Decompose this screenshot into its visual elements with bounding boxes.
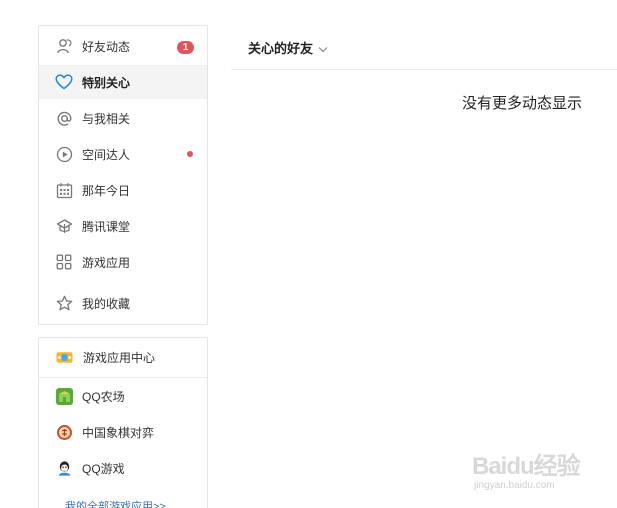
game-center-icon (56, 349, 73, 366)
sidebar-item-label: 腾讯课堂 (82, 219, 131, 234)
games-center-link[interactable]: 游戏应用中心 (39, 338, 207, 378)
sidebar-item-this-day-in-history[interactable]: 那年今日 (39, 173, 207, 207)
game-item-label: QQ游戏 (82, 461, 125, 476)
game-item-qq-games[interactable]: QQ游戏 (39, 450, 207, 486)
game-item-label: 中国象棋对弈 (82, 425, 155, 440)
game-item-chinese-chess[interactable]: 中国象棋对弈 (39, 414, 207, 450)
empty-feed-message: 没有更多动态显示 (462, 95, 583, 112)
at-icon (55, 109, 73, 127)
play-circle-icon (55, 145, 73, 163)
sidebar-item-label: 游戏应用 (82, 255, 131, 270)
sidebar-item-friend-feed[interactable]: 好友动态 1 (39, 29, 207, 63)
notification-badge: 1 (177, 41, 194, 54)
sidebar-item-label: 那年今日 (82, 183, 131, 198)
filter-title: 关心的好友 (248, 41, 314, 56)
games-center-label: 游戏应用中心 (83, 351, 156, 365)
sidebar-item-special-care[interactable]: 特别关心 (39, 65, 207, 99)
all-games-link[interactable]: 我的全部游戏应用>> (65, 498, 166, 508)
chess-icon (56, 424, 73, 441)
games-panel: 游戏应用中心 QQ农场 中国象棋对弈 QQ游戏 我的全部游戏应用>> (38, 337, 208, 508)
sidebar-item-label: 我的收藏 (82, 296, 131, 311)
sidebar-item-related-to-me[interactable]: 与我相关 (39, 101, 207, 135)
sidebar-item-games-apps[interactable]: 游戏应用 (39, 245, 207, 279)
qq-game-icon (56, 460, 73, 477)
unread-dot (187, 151, 193, 157)
calendar-icon (55, 181, 73, 199)
watermark-url: jingyan.baidu.com (474, 480, 555, 491)
sidebar-item-my-favorites[interactable]: 我的收藏 (39, 286, 207, 320)
graduation-cap-icon (55, 217, 73, 235)
person-icon (55, 37, 73, 55)
sidebar-item-label: 好友动态 (82, 39, 131, 54)
sidebar-item-label: 空间达人 (82, 147, 131, 162)
friend-filter-dropdown[interactable]: 关心的好友 (231, 26, 617, 70)
farm-icon (56, 387, 73, 405)
sidebar-item-label: 特别关心 (82, 75, 131, 90)
game-item-qq-farm[interactable]: QQ农场 (39, 378, 207, 414)
watermark-brand: Baidu经验 (472, 453, 581, 480)
sidebar-nav: 好友动态 1 特别关心 与我相关 空间达人 那年今日 腾讯课堂 游戏应用 我的收… (38, 25, 208, 325)
star-icon (55, 294, 73, 312)
game-item-label: QQ农场 (82, 389, 125, 404)
heart-icon (55, 73, 73, 91)
chevron-down-icon (318, 42, 328, 56)
watermark: Baidu经验 jingyan.baidu.com (472, 446, 597, 496)
sidebar-item-space-stars[interactable]: 空间达人 (39, 137, 207, 171)
apps-grid-icon (55, 253, 73, 271)
sidebar-item-label: 与我相关 (82, 111, 131, 126)
sidebar-item-tencent-classroom[interactable]: 腾讯课堂 (39, 209, 207, 243)
